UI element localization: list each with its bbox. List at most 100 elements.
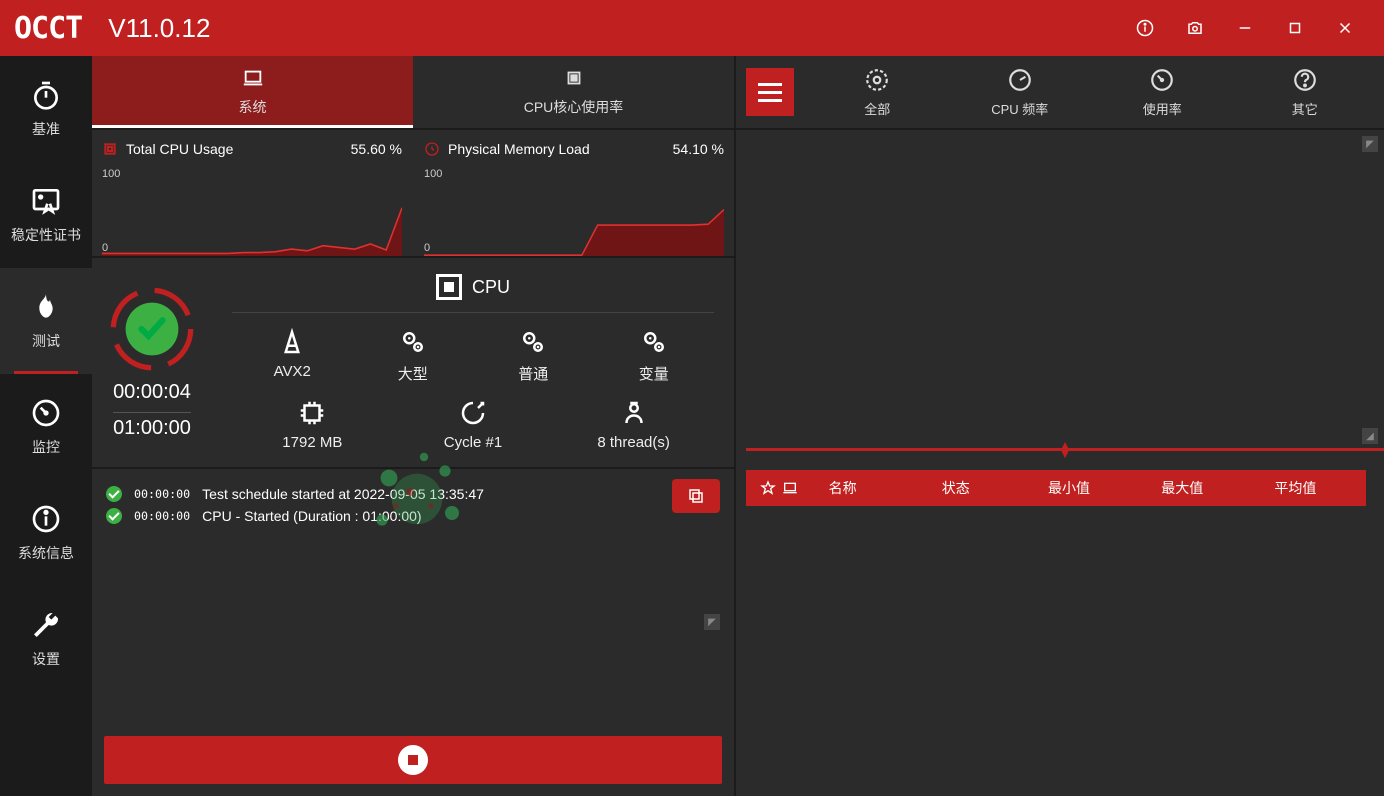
- collapse-toggle-top[interactable]: ◤: [1362, 136, 1378, 152]
- log-line: 00:00:00 Test schedule started at 2022-09…: [106, 483, 720, 505]
- screenshot-icon[interactable]: [1170, 0, 1220, 56]
- titlebar: OCCT V11.0.12: [0, 0, 1384, 56]
- metric-cpu: Total CPU Usage 55.60 % 100 0: [92, 132, 412, 256]
- tab-cores[interactable]: CPU核心使用率: [413, 56, 734, 128]
- favorite-icon[interactable]: [760, 480, 798, 496]
- param-label: 变量: [639, 363, 669, 384]
- col-min[interactable]: 最小值: [1012, 478, 1125, 498]
- test-param: 1792 MB: [252, 398, 372, 451]
- laptop-icon: [242, 67, 264, 89]
- param-icon: [619, 398, 649, 428]
- maximize-button[interactable]: [1270, 0, 1320, 56]
- sidebar-item-test[interactable]: 测试: [0, 268, 92, 374]
- progress-ring: [108, 285, 196, 373]
- sidebar-item-label: 基准: [32, 119, 60, 139]
- col-status[interactable]: 状态: [899, 478, 1012, 498]
- param-label: AVX2: [274, 363, 311, 380]
- axis-min: 0: [102, 242, 108, 254]
- expand-toggle[interactable]: ◤: [704, 614, 720, 630]
- chip-icon: [563, 67, 585, 89]
- stop-button[interactable]: [104, 736, 722, 784]
- info-icon[interactable]: [1120, 0, 1170, 56]
- test-param: AVX2: [232, 327, 352, 384]
- tab-label: 全部: [864, 99, 890, 118]
- monitor-table-header: 名称 状态 最小值 最大值 平均值: [746, 470, 1366, 506]
- sidebar-item-label: 测试: [32, 331, 60, 351]
- monitor-tab-cpufreq[interactable]: CPU 频率: [951, 67, 1090, 118]
- total-time: 01:00:00: [113, 412, 191, 440]
- sidebar-item-label: 系统信息: [18, 543, 74, 563]
- gear-wrench-icon: [864, 67, 890, 93]
- status-ok-icon: [106, 486, 122, 502]
- wrench-icon: [30, 609, 62, 641]
- monitor-tabs: 全部 CPU 频率 使用率 其它: [736, 56, 1384, 130]
- log-panel: 00:00:00 Test schedule started at 2022-09…: [92, 469, 734, 726]
- cpu-usage-chart: [102, 170, 402, 256]
- test-param: 变量: [594, 327, 714, 384]
- param-label: 8 thread(s): [597, 434, 670, 451]
- certificate-icon: [30, 185, 62, 217]
- memory-load-chart: [424, 170, 724, 256]
- test-title: CPU: [472, 277, 510, 298]
- flame-icon: [30, 291, 62, 323]
- tab-system[interactable]: 系统: [92, 56, 413, 128]
- elapsed-time: 00:00:04: [113, 381, 191, 404]
- tab-label: CPU核心使用率: [524, 97, 624, 117]
- speedometer-icon: [1007, 67, 1033, 93]
- sidebar-item-certificate[interactable]: 稳定性证书: [0, 162, 92, 268]
- col-max[interactable]: 最大值: [1126, 478, 1239, 498]
- tab-label: 使用率: [1143, 99, 1182, 118]
- sidebar-item-sysinfo[interactable]: 系统信息: [0, 480, 92, 586]
- copy-icon: [687, 487, 705, 505]
- copy-log-button[interactable]: [672, 479, 720, 513]
- log-text: Test schedule started at 2022-09-05 13:3…: [202, 483, 484, 505]
- tab-label: 系统: [239, 97, 267, 117]
- gauge-icon: [1149, 67, 1175, 93]
- axis-max: 100: [102, 168, 120, 180]
- log-line: 00:00:00 CPU - Started (Duration : 01:00:…: [106, 505, 720, 527]
- axis-max: 100: [424, 168, 442, 180]
- stopwatch-icon: [30, 79, 62, 111]
- monitor-tab-all[interactable]: 全部: [808, 67, 947, 118]
- sidebar-item-label: 监控: [32, 437, 60, 457]
- hamburger-button[interactable]: [746, 68, 794, 116]
- param-icon: [518, 327, 548, 357]
- param-icon: [458, 398, 488, 428]
- test-param: 大型: [353, 327, 473, 384]
- info-icon: [30, 503, 62, 535]
- monitor-tab-usage[interactable]: 使用率: [1093, 67, 1232, 118]
- collapse-toggle-mid[interactable]: ◢: [1362, 428, 1378, 444]
- sidebar-item-settings[interactable]: 设置: [0, 586, 92, 692]
- log-text: CPU - Started (Duration : 01:00:00): [202, 505, 421, 527]
- app-logo: OCCT: [14, 11, 82, 46]
- sidebar-item-benchmark[interactable]: 基准: [0, 56, 92, 162]
- param-label: 普通: [518, 363, 548, 384]
- log-time: 00:00:00: [134, 505, 190, 527]
- col-avg[interactable]: 平均值: [1239, 478, 1352, 498]
- param-label: 1792 MB: [282, 434, 342, 451]
- metric-memory: Physical Memory Load 54.10 % 100 0: [414, 132, 734, 256]
- test-param: 8 thread(s): [574, 398, 694, 451]
- question-icon: [1292, 67, 1318, 93]
- test-param: Cycle #1: [413, 398, 533, 451]
- axis-min: 0: [424, 242, 430, 254]
- col-name[interactable]: 名称: [786, 478, 899, 498]
- split-divider[interactable]: ▲▼: [746, 448, 1384, 454]
- sidebar-item-label: 稳定性证书: [11, 225, 81, 245]
- param-label: 大型: [398, 363, 428, 384]
- chip-icon: [102, 141, 118, 157]
- metric-title: Total CPU Usage: [126, 141, 233, 157]
- tab-label: 其它: [1292, 99, 1318, 118]
- close-button[interactable]: [1320, 0, 1370, 56]
- minimize-button[interactable]: [1220, 0, 1270, 56]
- sidebar-item-monitor[interactable]: 监控: [0, 374, 92, 480]
- param-icon: [639, 327, 669, 357]
- chip-icon: [436, 274, 462, 300]
- param-icon: [398, 327, 428, 357]
- sidebar-item-label: 设置: [32, 649, 60, 669]
- stop-icon: [398, 745, 428, 775]
- gauge-icon: [30, 397, 62, 429]
- metric-value: 54.10 %: [673, 141, 724, 157]
- monitor-tab-other[interactable]: 其它: [1236, 67, 1375, 118]
- log-time: 00:00:00: [134, 483, 190, 505]
